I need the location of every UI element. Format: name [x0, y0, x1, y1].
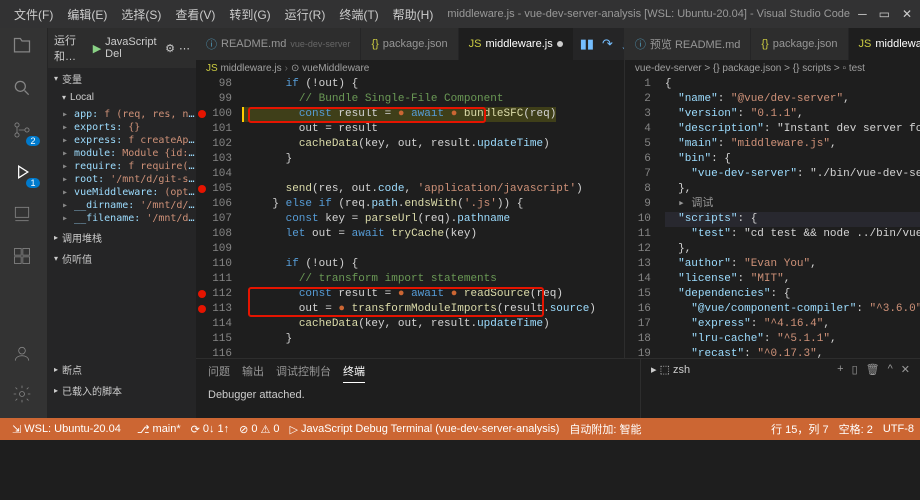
panel-tab-1[interactable]: 输出	[242, 363, 264, 383]
git-sync[interactable]: ⟳ 0↓ 1↑	[191, 423, 230, 436]
variable-row[interactable]: ▸ __dirname: '/mnt/d/git-source/	[62, 199, 196, 212]
menu-terminal[interactable]: 终端(T)	[333, 4, 384, 25]
variables-tree: ▸ app: f (req, res, next) {\n▸ exports: …	[48, 106, 196, 227]
settings-icon[interactable]	[12, 384, 36, 408]
debug-step-over-icon[interactable]: ↷	[602, 36, 613, 52]
remote-indicator[interactable]: ⇲ WSL: Ubuntu-20.04	[6, 423, 127, 436]
menu-select[interactable]: 选择(S)	[115, 4, 167, 25]
menu-help[interactable]: 帮助(H)	[387, 4, 440, 25]
breadcrumb-left[interactable]: JS middleware.js›⊙ vueMiddleware	[196, 60, 624, 77]
kill-terminal-icon[interactable]: 🗑	[866, 363, 880, 376]
variables-section[interactable]: ▾变量	[48, 68, 196, 89]
code-editor-left[interactable]: 9899100101102103104105106107108109110111…	[196, 77, 624, 358]
menu-edit[interactable]: 编辑(E)	[61, 4, 113, 25]
account-icon[interactable]	[12, 344, 36, 368]
split-terminal-icon[interactable]: ▯	[852, 363, 858, 376]
editor-area: ⓘ README.md vue-dev-server{} package.jso…	[196, 28, 920, 418]
debug-icon[interactable]	[12, 162, 36, 186]
debug-step-into-icon[interactable]: ↓	[621, 37, 624, 52]
variable-row[interactable]: ▸ vueMiddleware: (options = defau…	[62, 186, 196, 199]
variable-row[interactable]: ▸ module: Module {id: '.', path:	[62, 147, 196, 160]
variable-row[interactable]: ▸ __filename: '/mnt/d/git-source	[62, 212, 196, 225]
menu-view[interactable]: 查看(V)	[169, 4, 221, 25]
sidebar: 运行和… ▶ JavaScript Del ⚙ ⋯ ▾变量 ▾Local ▸ a…	[48, 28, 196, 418]
problems[interactable]: ⊘ 0 ⚠ 0	[239, 423, 279, 436]
tab-package-json[interactable]: {} package.json	[361, 28, 458, 60]
maximize-panel-icon[interactable]: ^	[888, 363, 893, 376]
variable-row[interactable]: ▸ app: f (req, res, next) {\n	[62, 108, 196, 121]
more-icon[interactable]: ⋯	[179, 42, 190, 55]
maximize-button[interactable]: ▭	[879, 7, 890, 21]
new-terminal-icon[interactable]: +	[837, 363, 843, 376]
callstack-section[interactable]: ▸调用堆栈	[48, 227, 196, 248]
variable-row[interactable]: ▸ require: f require(path) {\n	[62, 160, 196, 173]
debug-config-select[interactable]: JavaScript Del	[105, 36, 161, 60]
tab-package-json[interactable]: {} package.json	[751, 28, 848, 60]
window-controls: ─ ▭ ✕	[858, 7, 912, 21]
panel-tab-0[interactable]: 问题	[208, 363, 230, 383]
debug-settings-icon[interactable]: ⚙	[165, 42, 175, 55]
bottom-panel: 问题输出调试控制台终端 Debugger attached. + ▯ 🗑 ^ ✕…	[196, 358, 920, 418]
terminal-side: + ▯ 🗑 ^ ✕ ▸ ⬚ zsh	[640, 359, 920, 418]
explorer-icon[interactable]	[12, 36, 36, 60]
panel-tab-2[interactable]: 调试控制台	[276, 363, 331, 383]
panel-tabs: 问题输出调试控制台终端	[196, 359, 640, 387]
debug-run-header: 运行和… ▶ JavaScript Del ⚙ ⋯	[48, 28, 196, 68]
watch-section[interactable]: ▾侦听值	[48, 248, 196, 269]
tab-middleware-js[interactable]: JS middleware.js	[459, 28, 574, 60]
panel-tab-3[interactable]: 终端	[343, 363, 365, 383]
search-icon[interactable]	[12, 78, 36, 102]
debug-toolbar: ▮▮ ↷ ↓ ↑ ↻ ■ ⬨ middleware.js ▷ ▯▯ ⋯	[574, 28, 624, 60]
run-label: 运行和…	[54, 32, 89, 64]
variable-row[interactable]: ▸ express: f createApplication()	[62, 134, 196, 147]
start-debug-button[interactable]: ▶	[93, 42, 101, 55]
minimize-button[interactable]: ─	[858, 7, 867, 21]
activity-bar	[0, 28, 48, 418]
cursor-position[interactable]: 行 15，列 7	[771, 421, 828, 437]
breadcrumb-right[interactable]: vue-dev-server > {} package.json > {} sc…	[625, 60, 920, 77]
encoding[interactable]: UTF-8	[883, 423, 914, 435]
variable-row[interactable]: ▸ root: '/mnt/d/git-source/githu	[62, 173, 196, 186]
menu-file[interactable]: 文件(F)	[8, 4, 59, 25]
editor-group-right: ⓘ 预览 README.md{} package.jsonJS middlewa…	[625, 28, 920, 358]
tab-README-md[interactable]: ⓘ 预览 README.md	[625, 28, 751, 60]
indentation[interactable]: 空格: 2	[839, 421, 873, 437]
terminal-output[interactable]: Debugger attached.	[196, 387, 640, 403]
tabs-left: ⓘ README.md vue-dev-server{} package.jso…	[196, 28, 624, 60]
loaded-scripts-section[interactable]: ▸已载入的脚本	[48, 380, 196, 401]
code-editor-right[interactable]: 123456789101112131415161718192021222324 …	[625, 77, 920, 358]
tab-README-md[interactable]: ⓘ README.md vue-dev-server	[196, 28, 361, 60]
titlebar: 文件(F) 编辑(E) 选择(S) 查看(V) 转到(G) 运行(R) 终端(T…	[0, 0, 920, 28]
close-button[interactable]: ✕	[902, 7, 912, 21]
debug-pause-icon[interactable]: ▮▮	[580, 36, 594, 52]
menu-run[interactable]: 运行(R)	[279, 4, 332, 25]
window-title: middleware.js - vue-dev-server-analysis …	[439, 8, 858, 20]
remote-explorer-icon[interactable]	[12, 204, 36, 228]
source-control-icon[interactable]	[12, 120, 36, 144]
variable-row[interactable]: ▸ exports: {}	[62, 121, 196, 134]
auto-attach[interactable]: 自动附加: 智能	[569, 421, 641, 437]
local-scope[interactable]: ▾Local	[48, 89, 196, 106]
extensions-icon[interactable]	[12, 246, 36, 270]
statusbar: ⇲ WSL: Ubuntu-20.04 ⎇ main* ⟳ 0↓ 1↑ ⊘ 0 …	[0, 418, 920, 440]
main-menu: 文件(F) 编辑(E) 选择(S) 查看(V) 转到(G) 运行(R) 终端(T…	[8, 4, 439, 25]
tabs-right: ⓘ 预览 README.md{} package.jsonJS middlewa…	[625, 28, 920, 60]
menu-goto[interactable]: 转到(G)	[223, 4, 276, 25]
git-branch[interactable]: ⎇ main*	[137, 423, 181, 436]
debug-session[interactable]: ▷ JavaScript Debug Terminal (vue-dev-ser…	[290, 423, 560, 436]
breakpoints-section[interactable]: ▸断点	[48, 359, 196, 380]
close-panel-icon[interactable]: ✕	[901, 363, 910, 376]
tab-middleware-js[interactable]: JS middleware.js	[849, 28, 920, 60]
editor-group-left: ⓘ README.md vue-dev-server{} package.jso…	[196, 28, 625, 358]
